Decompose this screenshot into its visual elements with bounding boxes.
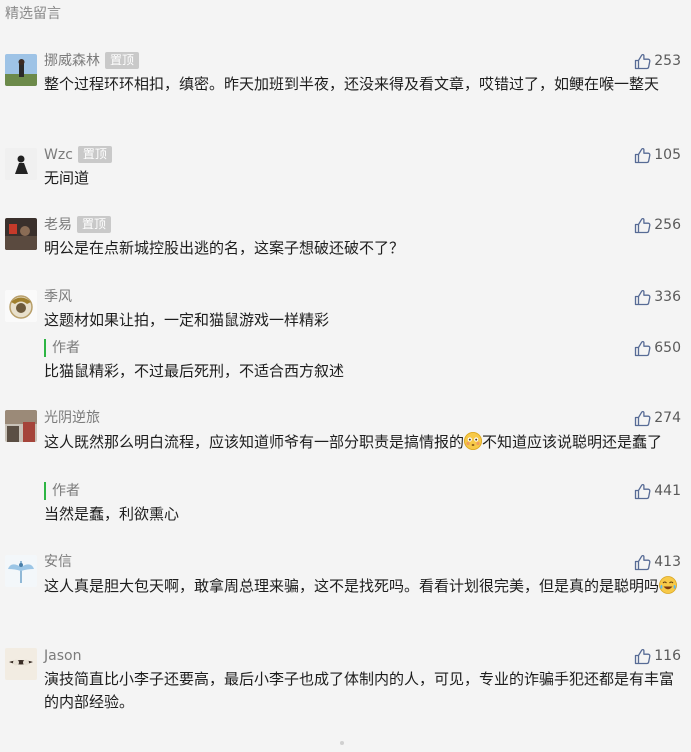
author-reply-label: 作者 <box>44 339 80 357</box>
like-button[interactable]: 274 <box>634 409 681 427</box>
author-reply-label: 作者 <box>44 482 80 500</box>
pinned-badge: 置顶 <box>77 146 112 163</box>
nickname-text[interactable]: 挪威森林 <box>44 53 100 69</box>
avatar[interactable] <box>5 148 37 180</box>
nickname-text[interactable]: Wzc <box>44 147 73 163</box>
like-count: 650 <box>654 340 681 356</box>
nickname-text[interactable]: 老易 <box>44 217 72 233</box>
reply-text: 当然是蠢，利欲熏心 <box>44 505 180 523</box>
nickname[interactable]: 季风 <box>44 288 72 306</box>
like-count: 116 <box>654 648 681 664</box>
thumbs-up-icon <box>634 340 651 357</box>
thumbs-up-icon <box>634 147 651 164</box>
nickname[interactable]: 安信 <box>44 553 72 571</box>
nickname[interactable]: 光阴逆旅 <box>44 409 100 427</box>
flushed-emoji <box>464 432 483 450</box>
comment-text: 这题材如果让拍，一定和猫鼠游戏一样精彩 <box>44 311 330 329</box>
like-button[interactable]: 253 <box>634 52 681 70</box>
like-button[interactable]: 256 <box>634 216 681 234</box>
reply-text: 比猫鼠精彩，不过最后死刑，不适合西方叙述 <box>44 362 345 380</box>
avatar[interactable] <box>5 218 37 250</box>
like-button[interactable]: 413 <box>634 553 681 571</box>
section-title: 精选留言 <box>5 6 61 22</box>
reply-like-button[interactable]: 650 <box>634 339 681 357</box>
like-count: 253 <box>654 53 681 69</box>
thumbs-up-icon <box>634 217 651 234</box>
pinned-badge: 置顶 <box>77 216 112 233</box>
comment-text: 整个过程环环相扣，缜密。昨天加班到半夜，还没来得及看文章，哎错过了，如鲠在喉一整… <box>44 75 660 93</box>
nickname[interactable]: Jason <box>44 647 81 665</box>
like-count: 413 <box>654 554 681 570</box>
thumbs-up-icon <box>634 483 651 500</box>
tears-of-joy-emoji <box>659 576 677 594</box>
nickname[interactable]: 挪威森林 置顶 <box>44 52 140 70</box>
thumbs-up-icon <box>634 554 651 571</box>
avatar[interactable] <box>5 54 37 86</box>
like-button[interactable]: 116 <box>634 647 681 665</box>
like-count: 441 <box>654 483 681 499</box>
nickname-text[interactable]: 光阴逆旅 <box>44 410 100 426</box>
comment-text: 明公是在点新城控股出逃的名，这案子想破还破不了？ <box>44 239 405 257</box>
nickname-text[interactable]: 季风 <box>44 289 72 305</box>
comment-text: 这人真是胆大包天啊，敢拿周总理来骗，这不是找死吗。看看计划很完美，但是真的是聪明… <box>44 575 684 598</box>
nickname[interactable]: Wzc 置顶 <box>44 146 112 164</box>
thumbs-up-icon <box>634 53 651 70</box>
nickname[interactable]: 老易 置顶 <box>44 216 112 234</box>
nickname-text[interactable]: 安信 <box>44 554 72 570</box>
comment-text: 这人既然那么明白流程，应该知道师爷有一部分职责是搞情报的 不知道应该说聪明还是蠢… <box>44 432 663 451</box>
thumbs-up-icon <box>634 410 651 427</box>
avatar[interactable] <box>5 648 37 680</box>
comment-text: 无间道 <box>44 169 90 187</box>
like-button[interactable]: 105 <box>634 146 681 164</box>
scroll-indicator <box>340 741 344 745</box>
thumbs-up-icon <box>634 289 651 306</box>
avatar[interactable] <box>5 290 37 322</box>
avatar[interactable] <box>5 555 37 587</box>
like-count: 256 <box>654 217 681 233</box>
reply-like-button[interactable]: 441 <box>634 482 681 500</box>
nickname-text[interactable]: Jason <box>44 648 81 664</box>
like-count: 105 <box>654 147 681 163</box>
pinned-badge: 置顶 <box>105 52 140 69</box>
like-count: 274 <box>654 410 681 426</box>
comment-text: 演技简直比小李子还要高，最后小李子也成了体制内的人，可见，专业的诈骗手犯还都是有… <box>44 670 675 711</box>
like-button[interactable]: 336 <box>634 288 681 306</box>
thumbs-up-icon <box>634 648 651 665</box>
avatar[interactable] <box>5 410 37 442</box>
like-count: 336 <box>654 289 681 305</box>
